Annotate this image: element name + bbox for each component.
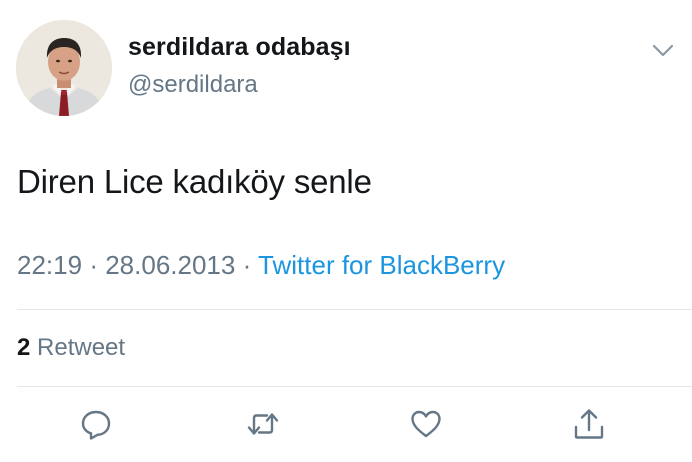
reply-icon[interactable] — [76, 404, 116, 444]
avatar[interactable] — [16, 20, 112, 116]
tweet-time[interactable]: 22:19 — [17, 250, 82, 280]
tweet-meta: 22:19 · 28.06.2013 · Twitter for BlackBe… — [17, 250, 505, 281]
chevron-down-icon[interactable] — [650, 40, 676, 60]
user-handle[interactable]: @serdildara — [128, 71, 258, 99]
retweet-count: 2 — [17, 334, 31, 361]
retweet-stats[interactable]: 2 Retweet — [17, 334, 125, 362]
tweet-date[interactable]: 28.06.2013 — [105, 250, 235, 280]
meta-separator: · — [89, 250, 98, 280]
divider — [17, 309, 692, 310]
retweet-icon[interactable] — [243, 404, 283, 444]
tweet-source-link[interactable]: Twitter for BlackBerry — [258, 250, 505, 280]
tweet-text: Diren Lice kadıköy senle — [17, 163, 372, 200]
avatar-image — [16, 20, 112, 116]
like-icon[interactable] — [406, 404, 446, 444]
retweet-label: Retweet — [37, 334, 126, 361]
share-icon[interactable] — [569, 404, 609, 444]
meta-separator: · — [242, 250, 252, 280]
divider — [17, 386, 692, 387]
display-name[interactable]: serdildara odabaşı — [128, 33, 351, 62]
